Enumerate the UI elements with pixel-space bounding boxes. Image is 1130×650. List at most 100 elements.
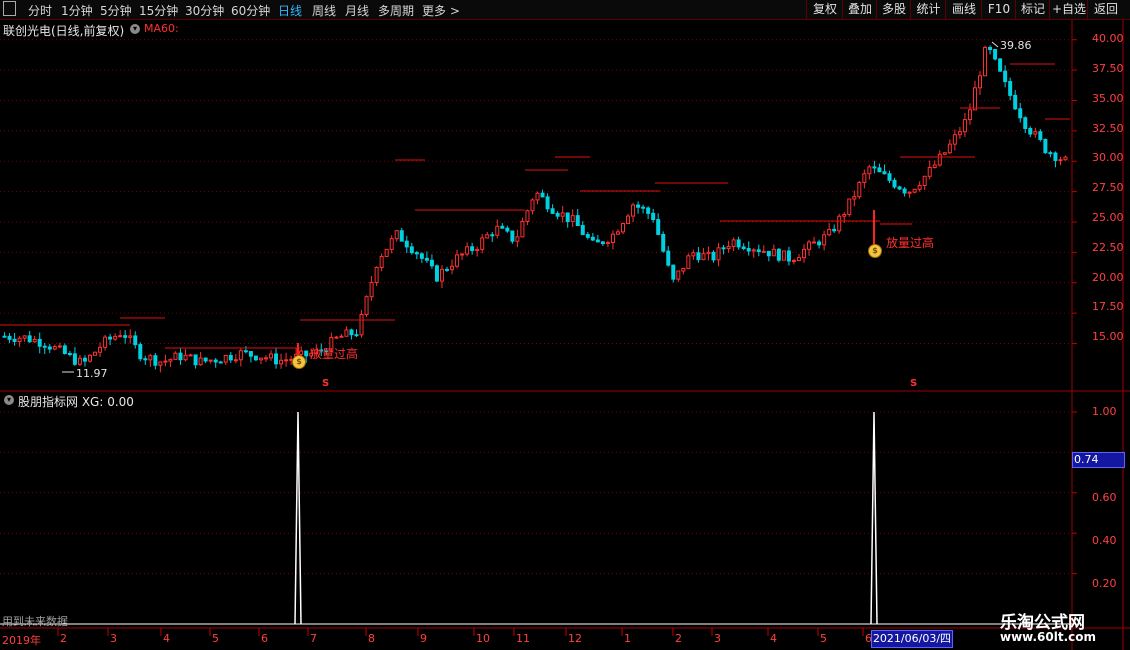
stock-title: 联创光电(日线,前复权): [3, 24, 125, 38]
sell-mark: S: [910, 378, 918, 389]
ind-y-tick-label: 0.40: [1092, 534, 1117, 547]
y-tick-label: 20.00: [1092, 271, 1124, 284]
candle-body: [711, 251, 716, 261]
candle-body: [897, 186, 902, 190]
candle-body: [676, 270, 681, 280]
candle-body: [887, 173, 892, 181]
candle-body: [339, 335, 344, 338]
candle-body: [168, 358, 173, 362]
candle-body: [434, 265, 439, 282]
candle-body: [922, 175, 927, 187]
candle-body: [716, 247, 721, 261]
candle-body: [540, 192, 545, 198]
candle-body: [72, 353, 77, 365]
candle-body: [485, 234, 490, 239]
candle-body: [626, 215, 631, 225]
candle-body: [1028, 128, 1033, 135]
candle-body: [1018, 108, 1023, 119]
y-tick-label: 35.00: [1092, 92, 1124, 105]
candle-body: [661, 233, 666, 252]
kline-chart[interactable]: [0, 0, 1130, 650]
candle-body: [1063, 156, 1068, 161]
candle-body: [233, 359, 238, 362]
candle-body: [490, 234, 495, 237]
candle-body: [93, 351, 98, 356]
candle-body: [686, 255, 691, 269]
candle-body: [636, 204, 641, 208]
candle-body: [993, 49, 998, 60]
y-tick-label: 25.00: [1092, 211, 1124, 224]
candle-body: [802, 248, 807, 259]
candle-body: [952, 134, 957, 145]
candle-body: [505, 227, 510, 232]
candle-body: [615, 231, 620, 235]
candle-body: [691, 252, 696, 257]
candle-body: [470, 246, 475, 252]
candle-body: [600, 241, 605, 245]
candle-body: [641, 206, 646, 209]
candle-body: [1058, 159, 1063, 162]
candle-body: [947, 143, 952, 154]
candle-body: [535, 192, 540, 201]
candle-body: [766, 250, 771, 257]
candle-body: [610, 233, 615, 244]
candle-body: [721, 247, 726, 250]
candle-body: [183, 354, 188, 361]
candle-body: [817, 241, 822, 246]
chevron-down-icon[interactable]: ▾: [4, 395, 14, 405]
candle-body: [465, 246, 470, 255]
candle-body: [12, 338, 17, 342]
candle-body: [907, 191, 912, 194]
sell-mark: S: [322, 378, 330, 389]
candle-body: [927, 166, 932, 177]
x-tick-label: 12: [568, 632, 582, 645]
candle-body: [520, 220, 525, 238]
candle-body: [213, 359, 218, 363]
candle-body: [550, 208, 555, 214]
candle-body: [279, 359, 284, 365]
candle-body: [37, 338, 42, 347]
candle-body: [1008, 81, 1013, 96]
candle-body: [118, 335, 123, 338]
candle-body: [761, 250, 766, 253]
candle-body: [791, 259, 796, 262]
indicator-title: 股朋指标网 XG: 0.00: [18, 395, 134, 409]
candle-body: [500, 225, 505, 229]
candle-body: [258, 357, 263, 361]
candle-body: [807, 241, 812, 250]
candle-body: [284, 359, 289, 362]
x-tick-label: 11: [516, 632, 530, 645]
candle-body: [334, 336, 339, 339]
candle-body: [867, 166, 872, 175]
candle-body: [666, 250, 671, 266]
candle-body: [47, 346, 52, 350]
candle-body: [359, 313, 364, 336]
candle-body: [786, 250, 791, 262]
candle-body: [304, 350, 309, 357]
x-tick-label: 4: [163, 632, 170, 645]
candle-body: [942, 152, 947, 155]
candle-body: [917, 185, 922, 190]
candle-body: [1048, 152, 1053, 155]
candle-body: [82, 357, 87, 362]
candle-body: [1003, 70, 1008, 83]
candle-body: [651, 212, 656, 221]
candle-body: [822, 234, 827, 246]
candle-body: [580, 225, 585, 236]
y-tick-label: 27.50: [1092, 181, 1124, 194]
x-tick-label: 1: [624, 632, 631, 645]
candle-body: [902, 188, 907, 194]
candle-body: [726, 246, 731, 250]
candle-body: [103, 336, 108, 348]
candle-body: [877, 167, 882, 173]
candle-body: [796, 257, 801, 261]
candle-body: [741, 246, 746, 249]
y-tick-label: 32.50: [1092, 122, 1124, 135]
candle-body: [2, 335, 7, 338]
candle-body: [957, 131, 962, 136]
chevron-down-icon[interactable]: ▾: [130, 24, 140, 34]
candle-body: [781, 250, 786, 261]
candle-body: [495, 225, 500, 236]
candle-body: [173, 352, 178, 360]
candle-body: [228, 355, 233, 361]
